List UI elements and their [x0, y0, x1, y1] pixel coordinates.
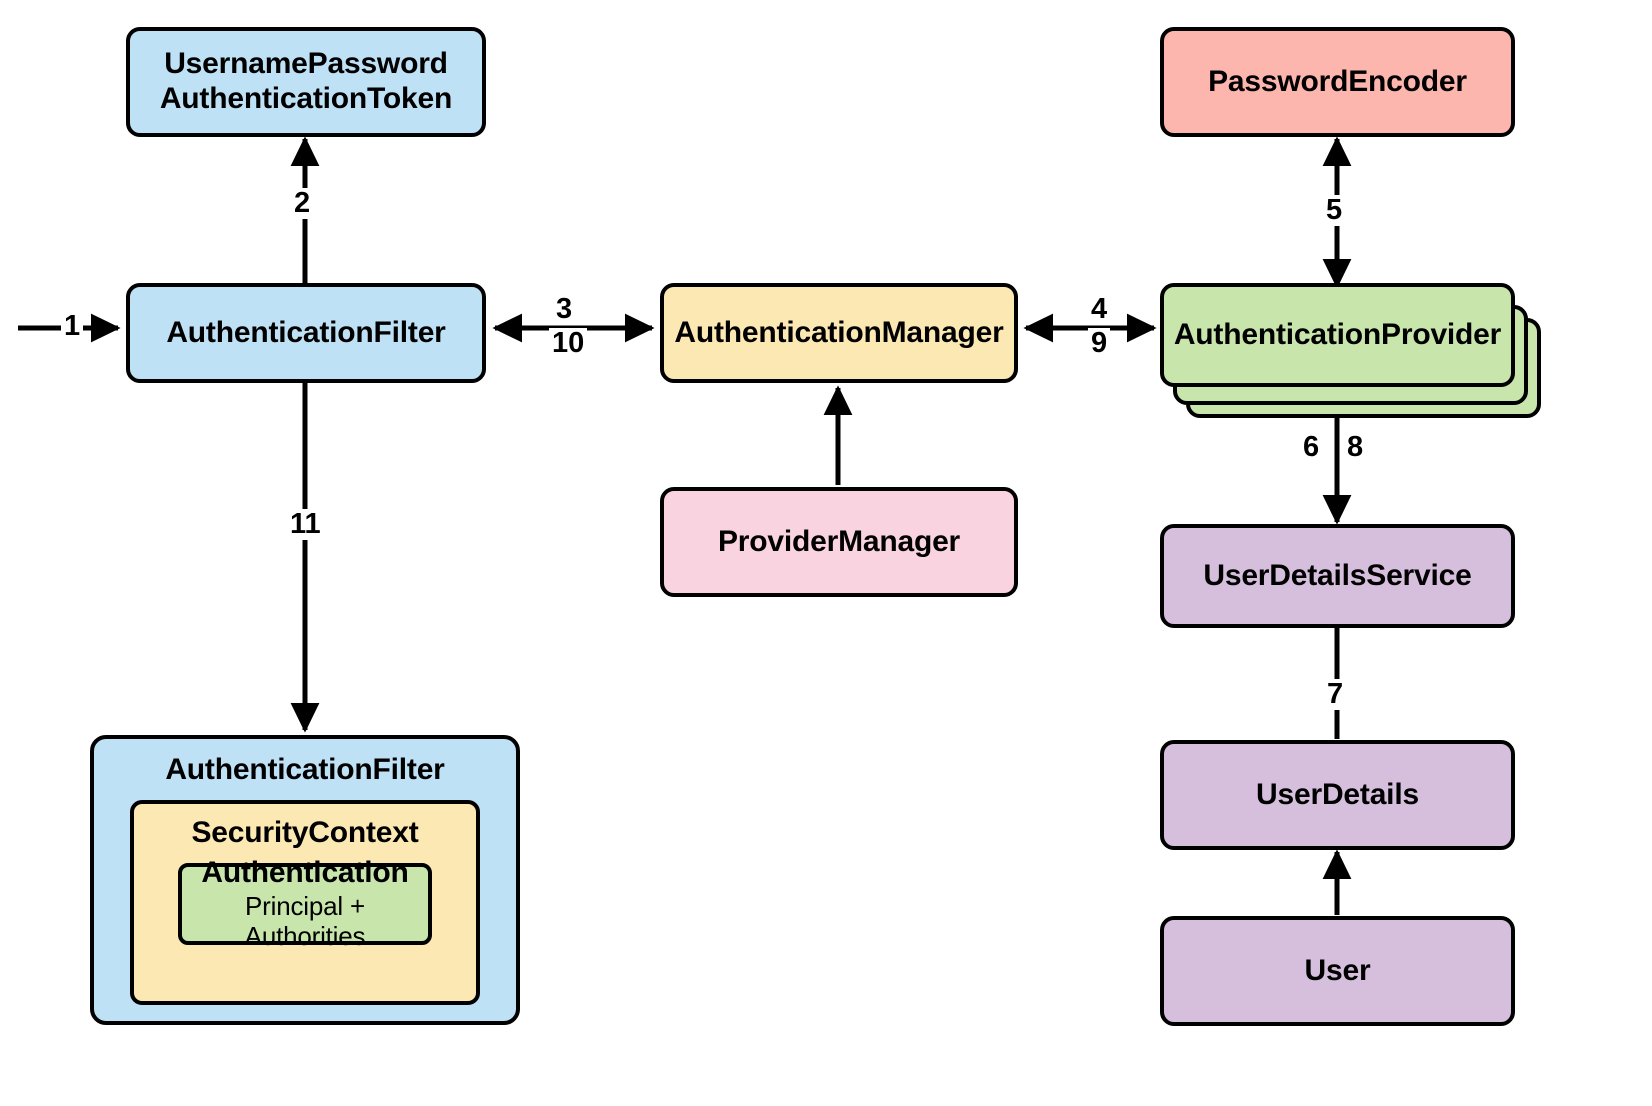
node-label: User	[1304, 953, 1371, 987]
node-label: ProviderManager	[717, 524, 961, 558]
edge-label-11: 11	[287, 509, 324, 540]
node-label: UserDetailsService	[1203, 558, 1472, 592]
node-username-password-authentication-token[interactable]: UsernamePassword AuthenticationToken	[126, 27, 486, 137]
node-authentication-provider[interactable]: AuthenticationProvider	[1160, 283, 1515, 387]
node-subtitle: Principal + Authorities	[244, 890, 366, 951]
node-authentication-filter-context-container[interactable]: AuthenticationFilter SecurityContext Aut…	[90, 735, 520, 1025]
edge-label-6: 6	[1300, 432, 1323, 463]
edge-label-5: 5	[1323, 195, 1346, 226]
edge-label-3: 3	[553, 294, 576, 325]
diagram-canvas: 1 2 3 10 4 9 5 6 8 7 11 UsernamePassword…	[0, 0, 1652, 1106]
node-authentication-filter[interactable]: AuthenticationFilter	[126, 283, 486, 383]
node-user[interactable]: User	[1160, 916, 1515, 1026]
node-authentication[interactable]: Authentication Principal + Authorities	[178, 856, 432, 951]
node-user-details[interactable]: UserDetails	[1160, 740, 1515, 850]
node-label: AuthenticationManager	[674, 315, 1004, 349]
edge-label-4: 4	[1088, 294, 1111, 325]
node-security-context[interactable]: SecurityContext Authentication Principal…	[130, 799, 480, 1005]
edge-label-10: 10	[549, 328, 588, 359]
node-provider-manager[interactable]: ProviderManager	[660, 487, 1018, 597]
node-label: AuthenticationProvider	[1173, 317, 1502, 351]
edge-label-9: 9	[1088, 328, 1111, 359]
node-authentication-manager[interactable]: AuthenticationManager	[660, 283, 1018, 383]
node-label: SecurityContext	[191, 815, 419, 849]
node-label: PasswordEncoder	[1208, 64, 1467, 98]
node-label-line2: AuthenticationToken	[159, 82, 453, 115]
edge-label-8: 8	[1344, 432, 1367, 463]
node-label: AuthenticationFilter	[166, 315, 446, 349]
node-label: UserDetails	[1256, 777, 1419, 811]
node-label-line1: UsernamePassword	[164, 47, 448, 81]
edge-label-7: 7	[1324, 679, 1347, 710]
edge-label-2: 2	[291, 188, 314, 219]
node-label: AuthenticationFilter	[165, 753, 445, 786]
node-password-encoder[interactable]: PasswordEncoder	[1160, 27, 1515, 137]
node-label: Authentication	[201, 856, 409, 890]
node-user-details-service[interactable]: UserDetailsService	[1160, 524, 1515, 628]
edge-label-1: 1	[61, 311, 84, 342]
